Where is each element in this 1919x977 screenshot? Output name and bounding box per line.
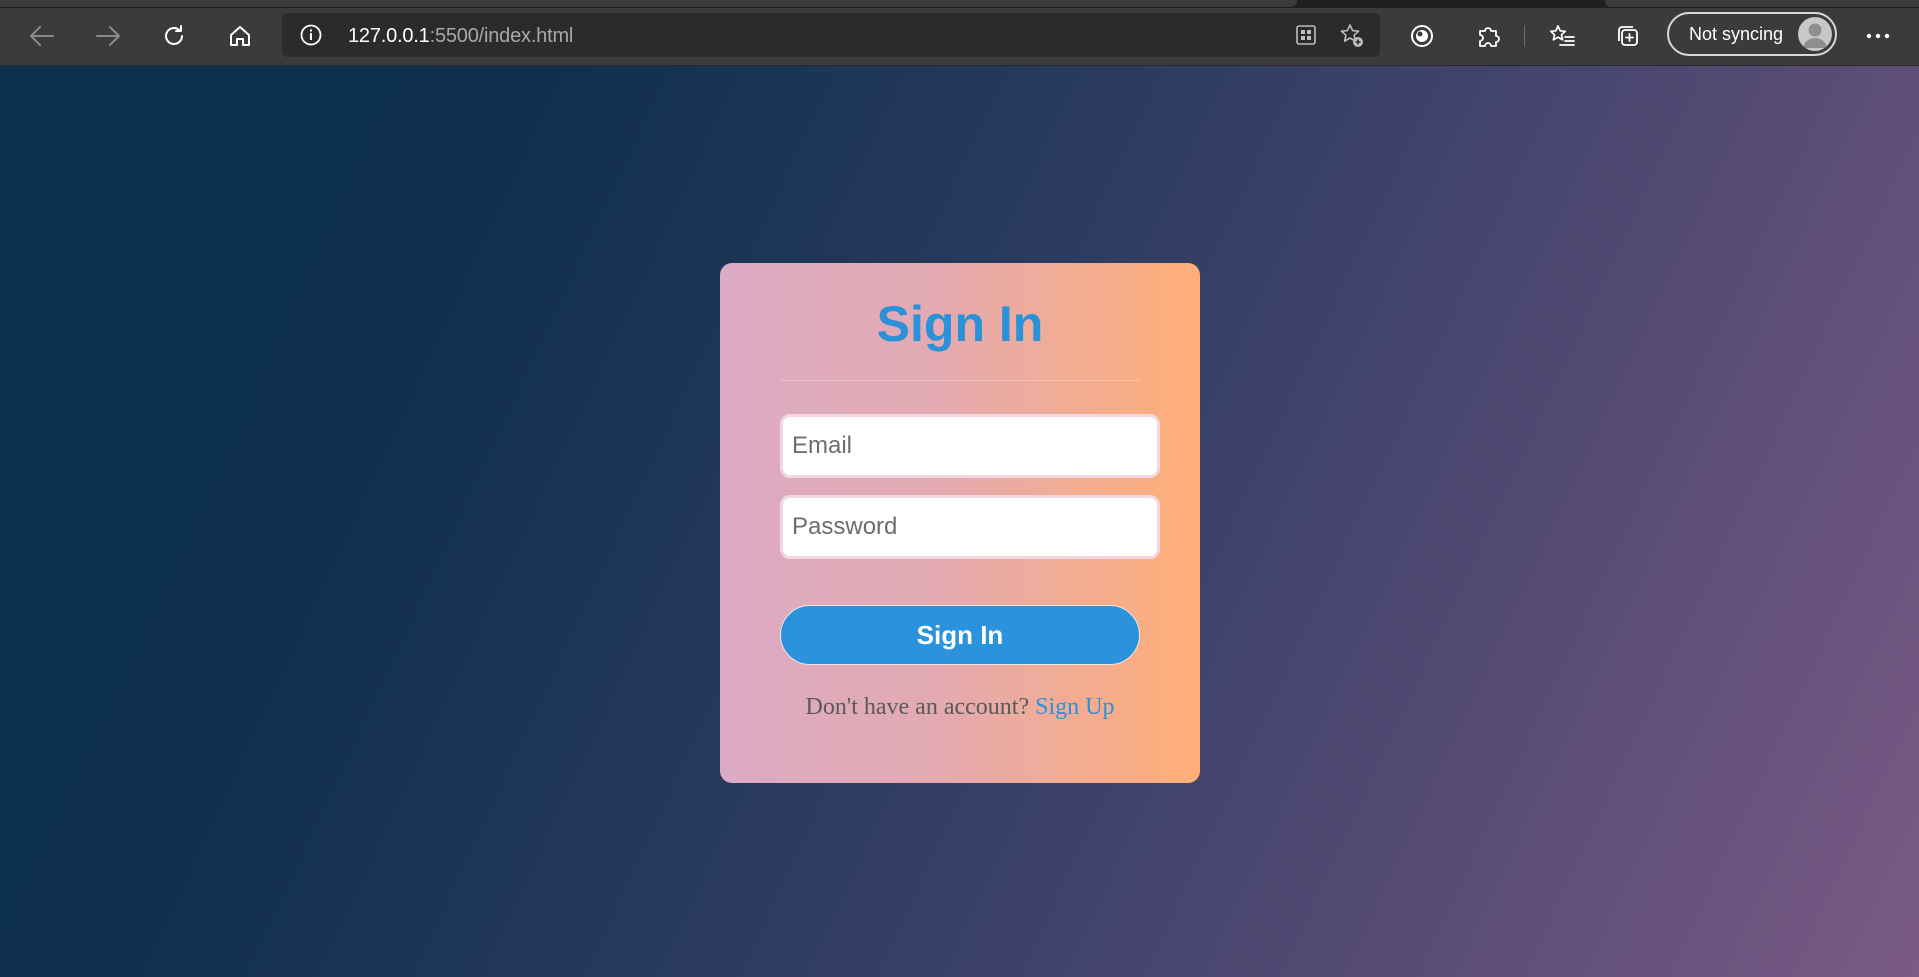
forward-button[interactable] — [86, 15, 130, 57]
refresh-icon — [161, 23, 187, 49]
favorites-button[interactable] — [1540, 15, 1584, 57]
signup-prompt-text: Don't have an account? — [805, 694, 1030, 720]
essentials-icon — [1409, 23, 1435, 49]
avatar — [1798, 17, 1832, 51]
url-text[interactable]: 127.0.0.1:5500/index.html — [348, 25, 573, 47]
extensions-button[interactable] — [1466, 15, 1510, 57]
tab-strip — [0, 0, 1919, 8]
ellipsis-icon — [1865, 32, 1891, 40]
refresh-button[interactable] — [152, 15, 196, 57]
password-field[interactable] — [780, 495, 1160, 559]
url-path: :5500/index.html — [429, 25, 574, 47]
email-field[interactable] — [780, 414, 1160, 478]
info-icon[interactable] — [300, 24, 322, 46]
browser-tab[interactable] — [0, 0, 1297, 7]
signup-prompt: Don't have an account? Sign Up — [720, 694, 1200, 721]
url-host: 127.0.0.1 — [348, 25, 430, 47]
toolbar-divider — [1524, 25, 1525, 47]
favorites-list-icon — [1548, 23, 1576, 49]
page-title: Sign In — [876, 296, 1044, 352]
browser-toolbar: 127.0.0.1:5500/index.html Not syncing — [0, 8, 1919, 66]
signup-link[interactable]: Sign Up — [1035, 694, 1114, 720]
star-plus-icon[interactable] — [1336, 21, 1366, 49]
collections-button[interactable] — [1606, 15, 1650, 57]
settings-menu-button[interactable] — [1856, 15, 1900, 57]
address-bar[interactable]: 127.0.0.1:5500/index.html — [282, 13, 1380, 57]
home-icon — [227, 23, 253, 49]
puzzle-icon — [1475, 23, 1501, 49]
arrow-right-icon — [95, 24, 121, 48]
title-divider — [780, 380, 1140, 381]
collections-icon — [1615, 23, 1641, 49]
home-button[interactable] — [218, 15, 262, 57]
profile-label: Not syncing — [1689, 24, 1784, 44]
signin-button[interactable]: Sign In — [780, 605, 1140, 665]
profile-button[interactable]: Not syncing — [1667, 12, 1837, 56]
page-viewport: Sign In Sign In Don't have an account? S… — [0, 66, 1919, 977]
browser-tab[interactable] — [1605, 0, 1919, 7]
back-button[interactable] — [20, 15, 64, 57]
arrow-left-icon — [29, 24, 55, 48]
signin-card: Sign In Sign In Don't have an account? S… — [720, 263, 1200, 783]
app-grid-icon[interactable] — [1291, 21, 1321, 49]
browser-essentials-button[interactable] — [1400, 15, 1444, 57]
